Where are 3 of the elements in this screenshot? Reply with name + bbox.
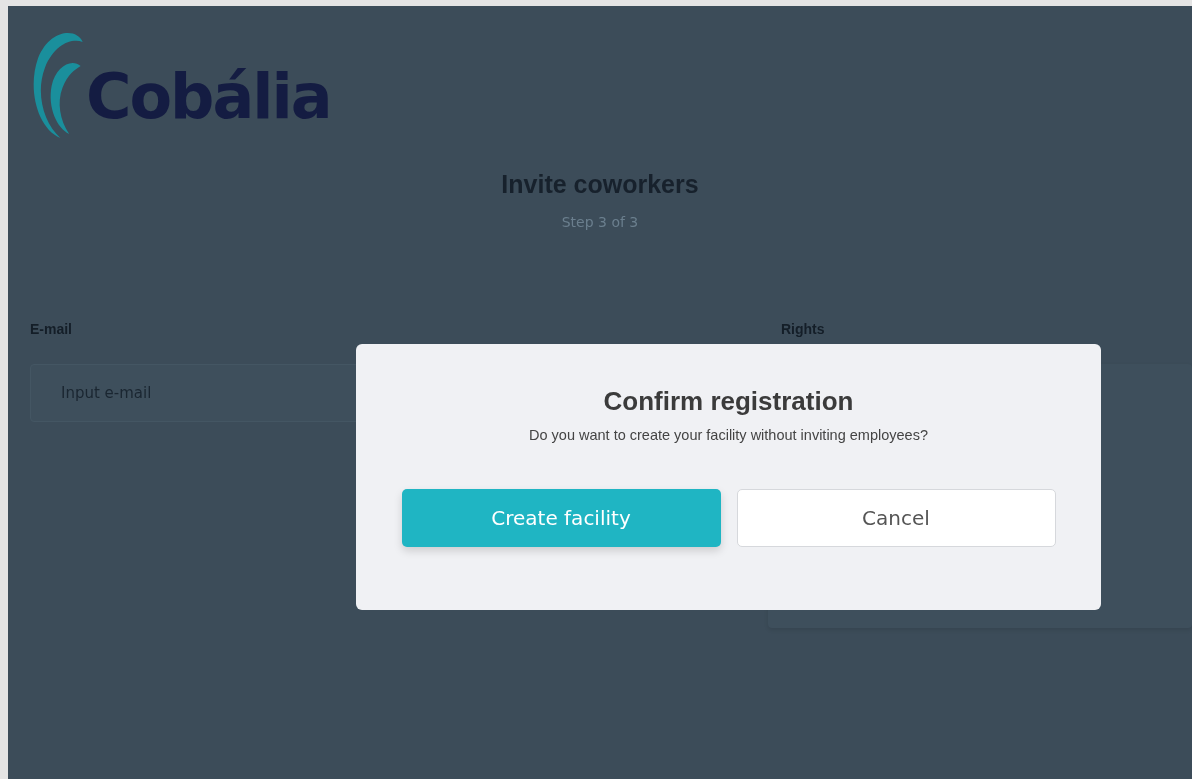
dialog-message: Do you want to create your facility without inviting employees? — [529, 426, 928, 445]
dialog-title: Confirm registration — [603, 385, 854, 418]
cancel-button[interactable]: Cancel — [736, 488, 1056, 547]
